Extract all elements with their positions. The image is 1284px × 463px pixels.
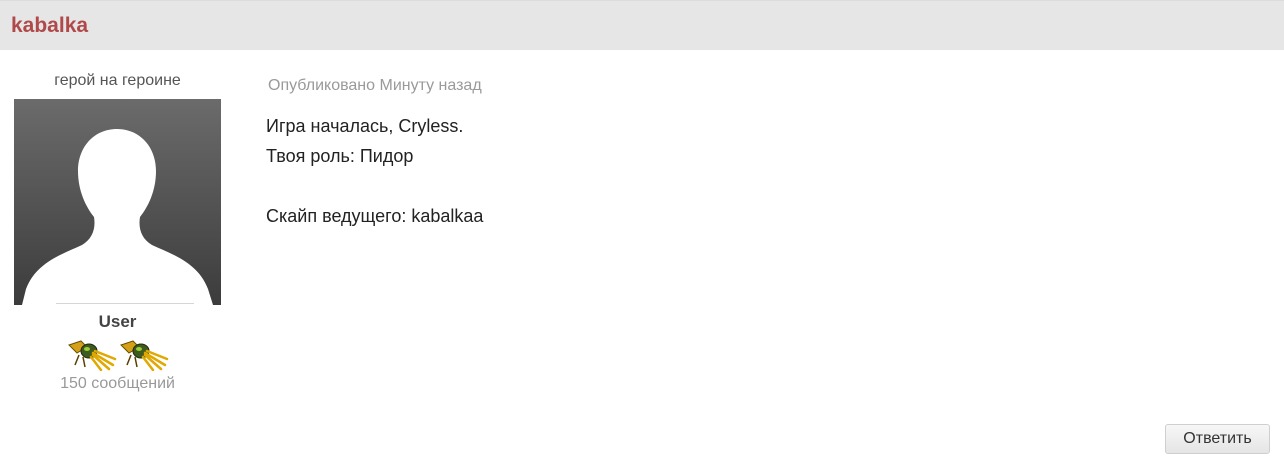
rank-pip-icon	[68, 340, 117, 371]
user-title: герой на героине	[54, 72, 181, 89]
default-user-silhouette-icon	[22, 129, 213, 305]
user-group: User	[98, 312, 137, 331]
post-timestamp: Опубликовано Минуту назад	[268, 77, 482, 94]
post-line: Игра началась, Cryless.	[266, 116, 464, 136]
rank-pip-icon	[120, 340, 169, 371]
rank-pips	[67, 335, 169, 371]
post-author-link[interactable]: kabalka	[11, 14, 88, 38]
post-header: kabalka	[0, 0, 1284, 50]
post-line: Твоя роль: Пидор	[266, 146, 414, 166]
profile-divider	[56, 303, 194, 304]
post-body: Игра началась, Cryless. Твоя роль: Пидор…	[266, 111, 1166, 231]
reply-button[interactable]: Ответить	[1165, 424, 1270, 454]
post-count: 150 сообщений	[60, 375, 175, 392]
post-line: Скайп ведущего: kabalkaa	[266, 206, 484, 226]
avatar[interactable]	[14, 99, 221, 305]
post-line	[266, 171, 1166, 201]
